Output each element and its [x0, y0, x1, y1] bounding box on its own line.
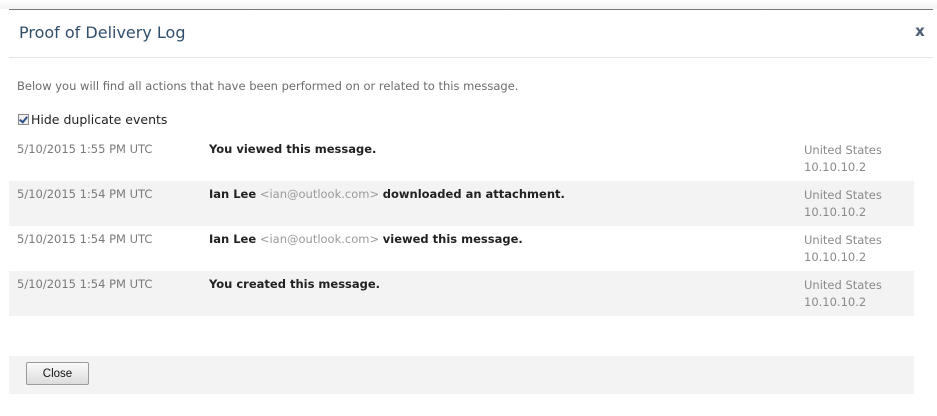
event-description: Ian Lee <ian@outlook.com> viewed this me… [209, 232, 523, 246]
event-location: United States 10.10.10.2 [804, 142, 908, 176]
dialog-title-bar: Proof of Delivery Log x [9, 10, 933, 58]
close-icon[interactable]: x [913, 24, 927, 39]
hide-duplicates-label: Hide duplicate events [31, 112, 168, 127]
event-description: You created this message. [209, 277, 380, 291]
dialog-title: Proof of Delivery Log [19, 23, 186, 42]
event-time: 5/10/2015 1:55 PM UTC [17, 142, 153, 156]
event-user-email: <ian@outlook.com> [259, 187, 380, 201]
close-button[interactable]: Close [26, 362, 89, 385]
event-user-name: Ian Lee [209, 232, 257, 246]
event-row: 5/10/2015 1:54 PM UTC You created this m… [9, 271, 914, 316]
event-action: downloaded an attachment. [382, 187, 565, 201]
event-ip: 10.10.10.2 [804, 250, 867, 264]
event-ip: 10.10.10.2 [804, 160, 867, 174]
event-location: United States 10.10.10.2 [804, 232, 908, 266]
event-description: You viewed this message. [209, 142, 376, 156]
event-row: 5/10/2015 1:54 PM UTC Ian Lee <ian@outlo… [9, 181, 914, 226]
event-country: United States [804, 143, 882, 157]
event-row: 5/10/2015 1:54 PM UTC Ian Lee <ian@outlo… [9, 226, 914, 271]
page-backdrop [0, 0, 937, 9]
event-time: 5/10/2015 1:54 PM UTC [17, 277, 153, 291]
event-location: United States 10.10.10.2 [804, 277, 908, 311]
event-list: 5/10/2015 1:55 PM UTC You viewed this me… [9, 136, 914, 316]
event-location: United States 10.10.10.2 [804, 187, 908, 221]
dialog-footer [9, 356, 914, 394]
hide-duplicates-toggle[interactable]: Hide duplicate events [18, 112, 167, 127]
event-user-name: Ian Lee [209, 187, 257, 201]
event-time: 5/10/2015 1:54 PM UTC [17, 232, 153, 246]
event-time: 5/10/2015 1:54 PM UTC [17, 187, 153, 201]
event-row: 5/10/2015 1:55 PM UTC You viewed this me… [9, 136, 914, 181]
event-action: viewed this message. [382, 232, 523, 246]
intro-text: Below you will find all actions that hav… [17, 79, 519, 93]
event-description: Ian Lee <ian@outlook.com> downloaded an … [209, 187, 565, 201]
event-country: United States [804, 233, 882, 247]
event-action: You created this message. [209, 277, 381, 291]
event-country: United States [804, 188, 882, 202]
event-ip: 10.10.10.2 [804, 295, 867, 309]
hide-duplicates-checkbox[interactable] [18, 114, 29, 125]
event-ip: 10.10.10.2 [804, 205, 867, 219]
event-user-email: <ian@outlook.com> [259, 232, 380, 246]
event-country: United States [804, 278, 882, 292]
event-action: You viewed this message. [209, 142, 377, 156]
